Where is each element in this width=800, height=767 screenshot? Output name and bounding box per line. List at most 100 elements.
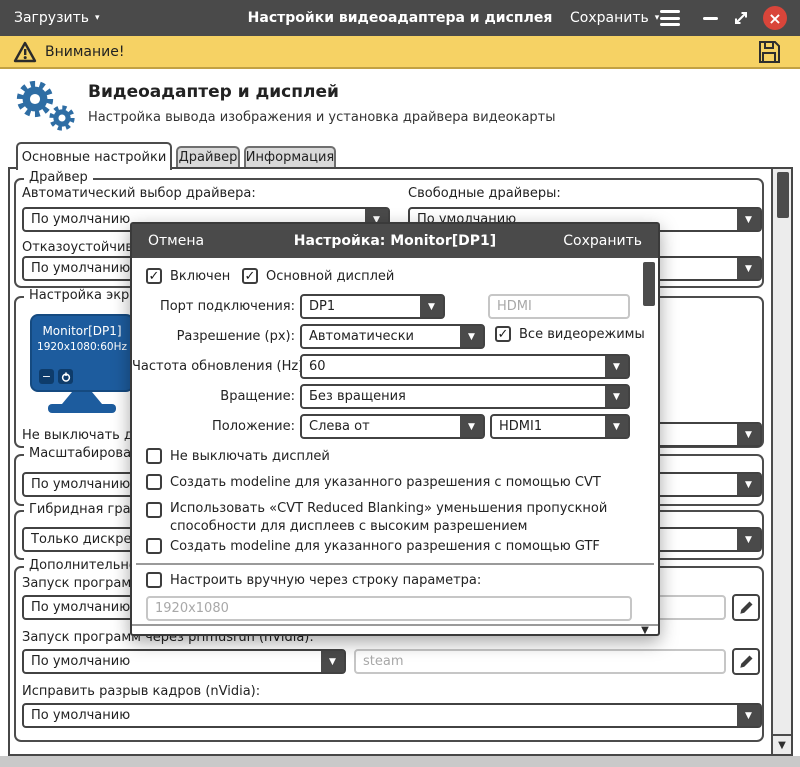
resolution-label: Разрешение (px): bbox=[176, 329, 295, 344]
minus-icon: − bbox=[41, 370, 52, 383]
selected-value: По умолчанию bbox=[31, 654, 131, 669]
tab-label: Драйвер bbox=[178, 150, 238, 165]
all-video-modes-checkbox[interactable]: ✓ Все видеорежимы bbox=[495, 326, 645, 342]
checkbox-box bbox=[146, 572, 162, 588]
caret-down-icon: ▾ bbox=[95, 12, 100, 23]
auto-driver-label: Автоматический выбор драйвера: bbox=[22, 186, 256, 201]
chevron-down-icon: ▼ bbox=[737, 474, 760, 495]
chevron-down-icon: ▼ bbox=[641, 624, 649, 636]
position-label: Положение: bbox=[211, 419, 295, 434]
cvt-modeline-checkbox[interactable]: Создать modeline для указанного разрешен… bbox=[146, 474, 601, 490]
position-select[interactable]: Слева от ▼ bbox=[300, 414, 485, 439]
selected-value: Слева от bbox=[309, 419, 370, 434]
page-title: Видеоадаптер и дисплей bbox=[88, 82, 339, 102]
chevron-down-icon: ▼ bbox=[737, 209, 760, 230]
selected-value: Автоматически bbox=[309, 329, 415, 344]
port-label: Порт подключения: bbox=[159, 299, 295, 314]
warning-bar: Внимание! bbox=[0, 36, 800, 69]
chevron-down-icon: ▼ bbox=[737, 258, 760, 279]
content-scrollbar[interactable]: ▼ bbox=[771, 169, 791, 754]
primary-display-checkbox[interactable]: ✓ Основной дисплей bbox=[242, 268, 394, 284]
warning-text: Внимание! bbox=[45, 43, 125, 60]
rotation-label: Вращение: bbox=[220, 389, 295, 404]
scroll-down-button[interactable]: ▼ bbox=[773, 734, 791, 754]
primusrun-command-input[interactable] bbox=[354, 649, 726, 674]
tab-label: Информация bbox=[245, 150, 335, 165]
manual-modeline-input[interactable] bbox=[146, 596, 632, 621]
free-drivers-label: Свободные драйверы: bbox=[408, 186, 561, 201]
refresh-rate-select[interactable]: 60 ▼ bbox=[300, 354, 630, 379]
fullscreen-button[interactable] bbox=[731, 8, 751, 28]
divider bbox=[136, 563, 654, 565]
monitor-stand-base bbox=[48, 404, 116, 413]
save-file-button[interactable] bbox=[756, 39, 782, 65]
monitor-power-button[interactable] bbox=[58, 369, 73, 384]
caret-down-icon: ▾ bbox=[654, 12, 660, 23]
chevron-down-icon: ▼ bbox=[605, 416, 628, 437]
group-legend: Драйвер bbox=[24, 170, 93, 185]
floppy-disk-icon bbox=[759, 41, 780, 63]
checkbox-box bbox=[146, 448, 162, 464]
check-icon: ✓ bbox=[244, 268, 256, 284]
checkbox-box bbox=[146, 474, 162, 490]
checkbox-box: ✓ bbox=[242, 268, 258, 284]
save-menu-button[interactable]: Сохранить ▾ bbox=[570, 0, 659, 36]
chevron-down-icon: ▼ bbox=[605, 356, 628, 377]
resolution-select[interactable]: Автоматически ▼ bbox=[300, 324, 485, 349]
load-menu-label: Загрузить bbox=[14, 10, 90, 26]
tab-basic-settings[interactable]: Основные настройки bbox=[16, 142, 172, 170]
manual-modeline-checkbox[interactable]: Настроить вручную через строку параметра… bbox=[146, 572, 481, 588]
tab-label: Основные настройки bbox=[21, 149, 167, 165]
enabled-checkbox[interactable]: ✓ Включен bbox=[146, 268, 230, 284]
dialog-cancel-button[interactable]: Отмена bbox=[148, 224, 204, 258]
tab-driver[interactable]: Драйвер bbox=[176, 146, 240, 167]
check-icon: ✓ bbox=[497, 326, 509, 342]
monitor-buttons: − bbox=[39, 369, 73, 384]
position-target-select[interactable]: HDMI1 ▼ bbox=[490, 414, 630, 439]
monitor-widget[interactable]: Monitor[DP1] 1920x1080:60Hz − bbox=[30, 314, 134, 392]
port-select[interactable]: DP1 ▼ bbox=[300, 294, 445, 319]
tab-information[interactable]: Информация bbox=[244, 146, 336, 167]
chevron-down-icon: ▼ bbox=[460, 416, 483, 437]
gtf-modeline-checkbox[interactable]: Создать modeline для указанного разрешен… bbox=[146, 538, 600, 554]
dialog-scroll-down-button[interactable]: ▼ bbox=[635, 624, 655, 636]
pencil-icon bbox=[739, 601, 752, 614]
selected-value: По умолчанию bbox=[31, 708, 131, 723]
close-button[interactable]: × bbox=[763, 6, 787, 30]
checkbox-box: ✓ bbox=[146, 268, 162, 284]
tearing-label: Исправить разрыв кадров (nVidia): bbox=[22, 684, 261, 699]
port-name-input[interactable] bbox=[488, 294, 630, 319]
primusrun-edit-button[interactable] bbox=[732, 648, 760, 675]
warning-icon bbox=[13, 41, 37, 67]
chevron-down-icon: ▼ bbox=[737, 705, 760, 726]
selected-value: DP1 bbox=[309, 299, 336, 314]
check-icon: ✓ bbox=[148, 268, 160, 284]
chevron-down-icon: ▼ bbox=[321, 651, 344, 672]
chevron-down-icon: ▼ bbox=[605, 386, 628, 407]
scrollbar-thumb[interactable] bbox=[777, 172, 789, 218]
tearing-select[interactable]: По умолчанию ▼ bbox=[22, 703, 762, 728]
monitor-remove-button[interactable]: − bbox=[39, 369, 54, 384]
monitor-name: Monitor[DP1] bbox=[42, 324, 122, 338]
optirun-edit-button[interactable] bbox=[732, 594, 760, 621]
divider bbox=[132, 624, 658, 626]
menu-icon[interactable] bbox=[660, 10, 680, 26]
dialog-save-button[interactable]: Сохранить bbox=[563, 224, 642, 258]
chevron-down-icon: ▼ bbox=[737, 529, 760, 550]
refresh-rate-label: Частота обновления (Hz): bbox=[132, 359, 308, 374]
group-legend: Дополнительно bbox=[24, 558, 142, 573]
window-bottom-edge bbox=[0, 756, 800, 767]
checkbox-box bbox=[146, 538, 162, 554]
load-menu-button[interactable]: Загрузить ▾ bbox=[14, 0, 100, 36]
minimize-button[interactable] bbox=[703, 17, 718, 20]
primusrun-select[interactable]: По умолчанию ▼ bbox=[22, 649, 346, 674]
titlebar: Настройки видеоадаптера и дисплея Загруз… bbox=[0, 0, 800, 36]
rotation-select[interactable]: Без вращения ▼ bbox=[300, 384, 630, 409]
selected-value: HDMI1 bbox=[499, 419, 543, 434]
dialog-scrollbar-thumb[interactable] bbox=[643, 262, 655, 306]
chevron-down-icon: ▼ bbox=[420, 296, 443, 317]
keep-display-on-checkbox[interactable]: Не выключать дисплей bbox=[146, 448, 330, 464]
pencil-icon bbox=[739, 655, 752, 668]
save-menu-label: Сохранить bbox=[570, 10, 649, 26]
cvt-reduced-blanking-checkbox[interactable]: Использовать «CVT Reduced Blanking» умен… bbox=[146, 500, 624, 535]
